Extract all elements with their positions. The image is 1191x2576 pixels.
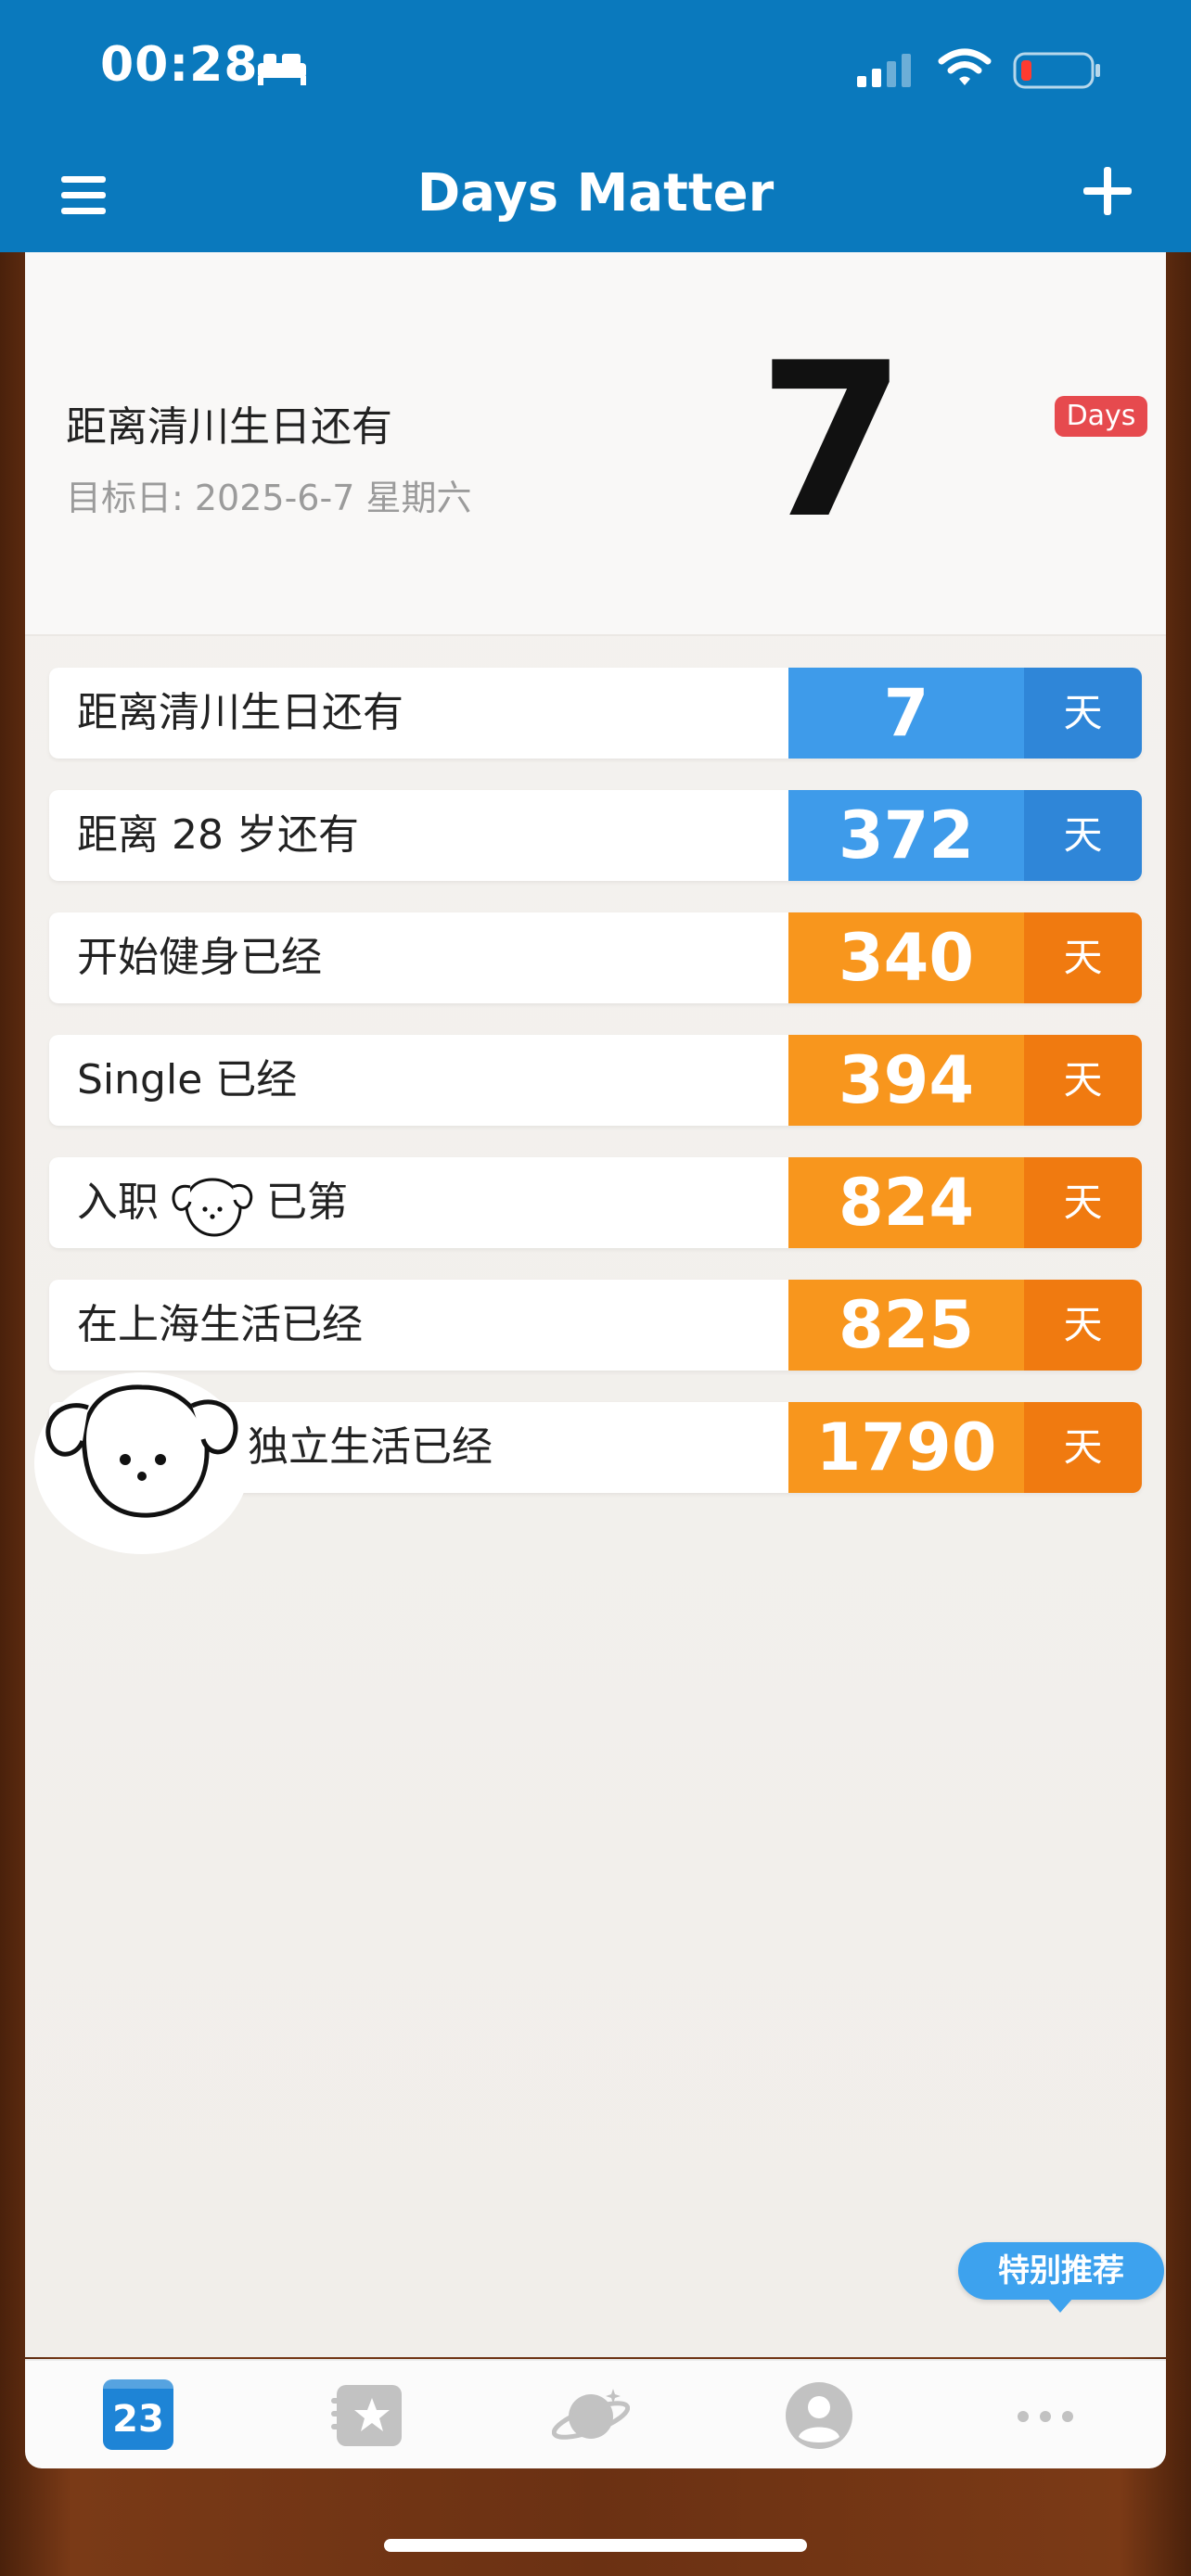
hero-target-date: 目标日: 2025-6-7 星期六 xyxy=(66,478,472,518)
event-title: 入职 已第 xyxy=(77,1157,348,1248)
user-icon[interactable] xyxy=(780,2379,858,2452)
event-title: 独立生活已经 xyxy=(248,1423,493,1471)
hero-title: 距离清川生日还有 xyxy=(66,403,392,451)
signal-icon xyxy=(857,54,911,87)
event-unit: 天 xyxy=(1024,1280,1142,1371)
event-count: 1790 xyxy=(788,1402,1024,1493)
days-badge: Days xyxy=(1055,396,1147,437)
event-unit: 天 xyxy=(1024,1035,1142,1126)
list-item[interactable]: 距离清川生日还有 7 天 xyxy=(49,668,1142,759)
puppy-icon xyxy=(172,1178,253,1237)
event-unit: 天 xyxy=(1024,790,1142,881)
calendar-icon: 23 xyxy=(103,2379,173,2450)
nav-bar: Days Matter xyxy=(0,139,1191,252)
hero-card[interactable]: 距离清川生日还有 目标日: 2025-6-7 星期六 7 Days xyxy=(25,252,1166,636)
event-unit: 天 xyxy=(1024,1157,1142,1248)
event-count: 825 xyxy=(788,1280,1024,1371)
add-icon[interactable] xyxy=(1078,161,1137,221)
event-unit: 天 xyxy=(1024,912,1142,1003)
event-count: 340 xyxy=(788,912,1024,1003)
hero-day-count: 7 xyxy=(757,318,907,566)
main-content: 距离清川生日还有 目标日: 2025-6-7 星期六 7 Days 距离清川生日… xyxy=(25,252,1166,2357)
wifi-icon xyxy=(938,48,992,85)
list-item[interactable]: 在上海生活已经 825 天 xyxy=(49,1280,1142,1371)
event-title: 在上海生活已经 xyxy=(77,1301,363,1348)
puppy-icon xyxy=(34,1372,250,1554)
event-title: 距离 28 岁还有 xyxy=(77,811,359,859)
list-item[interactable]: 距离 28 岁还有 372 天 xyxy=(49,790,1142,881)
status-bar: 00:28 xyxy=(0,0,1191,139)
star-icon[interactable] xyxy=(329,2379,407,2452)
page-title: Days Matter xyxy=(416,163,775,223)
event-count: 7 xyxy=(788,668,1024,759)
battery-icon xyxy=(1013,52,1100,89)
tab-calendar[interactable]: 23 xyxy=(103,2379,181,2452)
event-title: 距离清川生日还有 xyxy=(77,689,403,736)
list-item[interactable]: 入职 已第 824 天 xyxy=(49,1157,1142,1248)
list-item[interactable]: 开始健身已经 340 天 xyxy=(49,912,1142,1003)
calendar-day: 23 xyxy=(112,2398,164,2441)
event-title: 开始健身已经 xyxy=(77,934,322,981)
event-count: 372 xyxy=(788,790,1024,881)
promo-bubble[interactable]: 特别推荐 xyxy=(958,2242,1164,2313)
event-title: Single 已经 xyxy=(77,1056,298,1103)
tab-bar: 23 xyxy=(25,2359,1166,2468)
list-item[interactable]: Single 已经 394 天 xyxy=(49,1035,1142,1126)
event-count: 394 xyxy=(788,1035,1024,1126)
app-header: 00:28 Days Matter xyxy=(0,0,1191,252)
home-indicator xyxy=(384,2539,807,2552)
status-time: 00:28 xyxy=(100,37,259,93)
event-unit: 天 xyxy=(1024,668,1142,759)
event-count: 824 xyxy=(788,1157,1024,1248)
bed-icon xyxy=(258,54,306,85)
event-title-before: 入职 xyxy=(77,1179,159,1226)
event-title-after: 已第 xyxy=(266,1179,348,1226)
more-icon[interactable] xyxy=(1006,2379,1084,2452)
event-unit: 天 xyxy=(1024,1402,1142,1493)
planet-icon[interactable] xyxy=(552,2379,630,2452)
